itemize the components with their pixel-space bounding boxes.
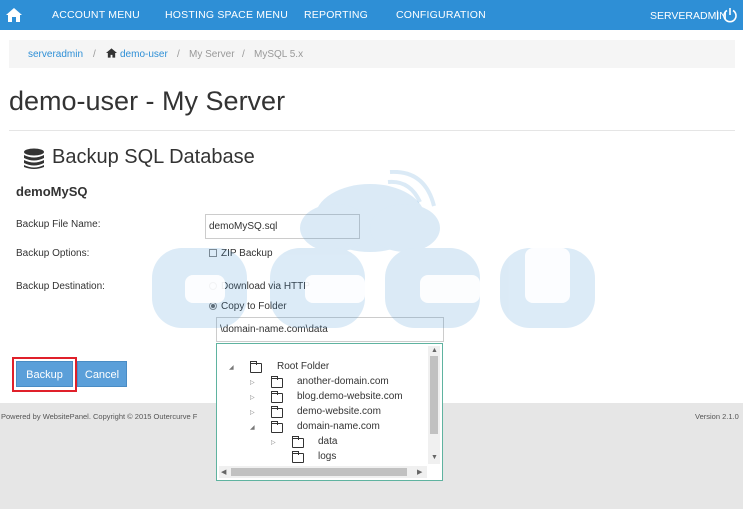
breadcrumb-serveradmin[interactable]: serveradmin xyxy=(28,49,83,60)
expand-arrow-icon[interactable]: ▷ xyxy=(250,409,255,416)
home-icon[interactable] xyxy=(5,7,23,23)
footer-copyright: Powered by WebsitePanel. Copyright © 201… xyxy=(1,412,198,421)
expand-arrow-icon[interactable]: ▷ xyxy=(250,379,255,386)
power-icon[interactable] xyxy=(722,7,738,23)
horizontal-scroll-thumb[interactable] xyxy=(231,468,407,476)
folder-icon xyxy=(271,406,283,418)
nav-reporting[interactable]: REPORTING xyxy=(304,9,368,21)
nav-configuration[interactable]: CONFIGURATION xyxy=(396,9,486,21)
divider xyxy=(9,130,735,131)
breadcrumb-separator: / xyxy=(242,49,245,60)
tree-node-demo-website[interactable]: demo-website.com xyxy=(297,406,381,417)
folder-path-input[interactable]: \domain-name.com\data xyxy=(216,317,444,342)
tree-node-logs[interactable]: logs xyxy=(318,451,336,462)
nav-hosting-space-menu[interactable]: HOSTING SPACE MENU xyxy=(165,9,288,21)
scroll-left-icon[interactable]: ◀ xyxy=(221,468,226,476)
tree-node-data[interactable]: data xyxy=(318,436,337,447)
scroll-up-icon[interactable]: ▲ xyxy=(431,347,438,354)
breadcrumb-separator: / xyxy=(177,49,180,60)
download-via-http-radio[interactable] xyxy=(209,282,217,290)
footer-version: Version 2.1.0 xyxy=(695,412,739,421)
folder-icon xyxy=(292,436,304,448)
download-via-http-label: Download via HTTP xyxy=(221,281,310,292)
zip-backup-checkbox[interactable] xyxy=(209,249,217,257)
folder-icon xyxy=(292,451,304,463)
backup-destination-label: Backup Destination: xyxy=(16,281,105,292)
tree-node-root[interactable]: Root Folder xyxy=(277,361,329,372)
breadcrumb: serveradmin / demo-user / My Server / My… xyxy=(9,40,735,68)
backup-file-name-input[interactable]: demoMySQ.sql xyxy=(205,214,360,239)
breadcrumb-demo-user[interactable]: demo-user xyxy=(120,49,168,60)
tree-node-another-domain[interactable]: another-domain.com xyxy=(297,376,389,387)
database-name: demoMySQ xyxy=(16,184,88,199)
breadcrumb-separator: / xyxy=(93,49,96,60)
cancel-button[interactable]: Cancel xyxy=(77,361,127,387)
vertical-scroll-thumb[interactable] xyxy=(430,356,438,434)
folder-tree-popup[interactable]: ◢ Root Folder ▷ another-domain.com ▷ blo… xyxy=(216,343,443,481)
copy-to-folder-label: Copy to Folder xyxy=(221,301,287,312)
nav-account-menu[interactable]: ACCOUNT MENU xyxy=(52,9,140,21)
expand-arrow-icon[interactable]: ▷ xyxy=(271,439,276,446)
folder-icon xyxy=(250,361,262,373)
collapse-arrow-icon[interactable]: ◢ xyxy=(250,424,255,431)
scroll-down-icon[interactable]: ▼ xyxy=(431,454,438,461)
highlight-box xyxy=(12,357,77,392)
tree-node-blog-demo-website[interactable]: blog.demo-website.com xyxy=(297,391,403,402)
expand-arrow-icon[interactable]: ▷ xyxy=(250,394,255,401)
user-separator: | xyxy=(716,9,719,21)
scroll-right-icon[interactable]: ▶ xyxy=(417,468,422,476)
backup-file-name-label: Backup File Name: xyxy=(16,219,101,230)
home-icon xyxy=(106,48,117,58)
top-navigation-bar: ACCOUNT MENU HOSTING SPACE MENU REPORTIN… xyxy=(0,0,743,30)
breadcrumb-my-server[interactable]: My Server xyxy=(189,49,235,60)
copy-to-folder-radio[interactable] xyxy=(209,302,217,310)
backup-options-label: Backup Options: xyxy=(16,248,90,259)
section-title: Backup SQL Database xyxy=(52,146,255,168)
collapse-arrow-icon[interactable]: ◢ xyxy=(229,364,234,371)
breadcrumb-mysql: MySQL 5.x xyxy=(254,49,304,60)
folder-icon xyxy=(271,376,283,388)
folder-icon xyxy=(271,391,283,403)
tree-node-domain-name[interactable]: domain-name.com xyxy=(297,421,380,432)
folder-icon xyxy=(271,421,283,433)
database-icon xyxy=(24,148,44,169)
page-title: demo-user - My Server xyxy=(9,86,286,116)
zip-backup-label: ZIP Backup xyxy=(221,248,273,259)
